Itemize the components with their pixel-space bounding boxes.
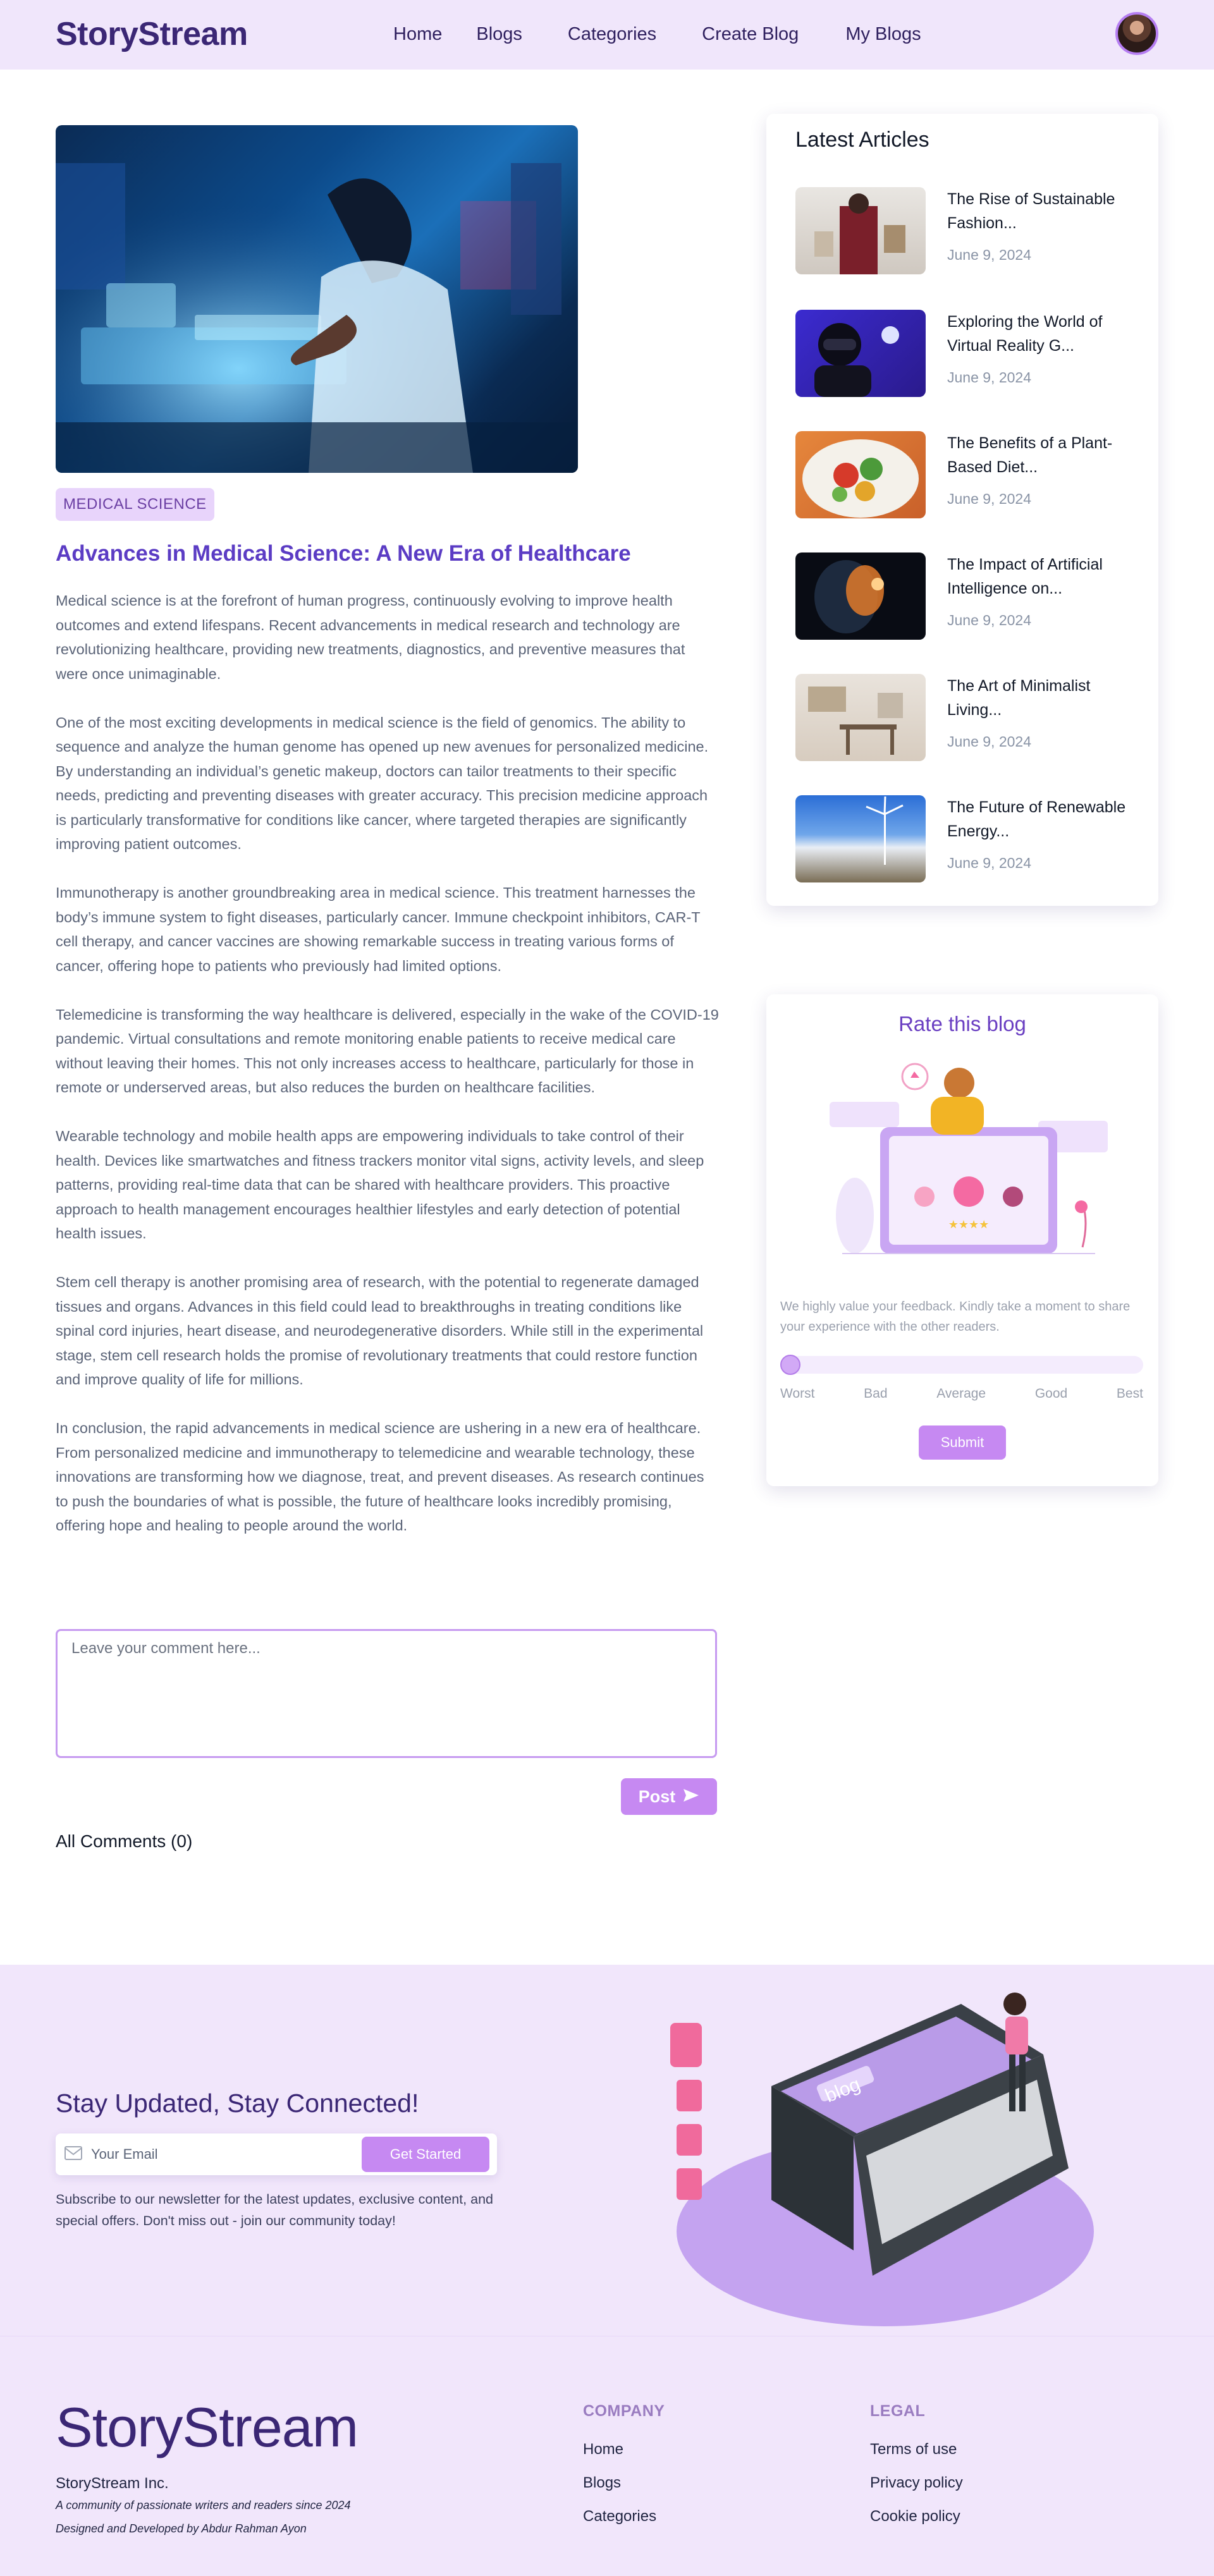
rating-label-bad: Bad — [864, 1386, 888, 1401]
footer-company-column: COMPANY Home Blogs Categories — [583, 2402, 665, 2541]
footer-link-categories[interactable]: Categories — [583, 2508, 665, 2525]
latest-article-item[interactable]: The Future of Renewable Energy... June 9… — [795, 795, 1150, 884]
newsletter-email-input[interactable]: Your Email — [91, 2146, 158, 2163]
all-comments-heading: All Comments (0) — [56, 1831, 193, 1851]
latest-article-item[interactable]: The Benefits of a Plant-Based Diet... Ju… — [795, 431, 1150, 520]
post-comment-button[interactable]: Post — [621, 1778, 717, 1815]
rate-blog-card: Rate this blog ★★★★ We highly value your… — [766, 994, 1158, 1486]
latest-article-item[interactable]: Exploring the World of Virtual Reality G… — [795, 310, 1150, 398]
latest-article-item[interactable]: The Rise of Sustainable Fashion... June … — [795, 187, 1150, 276]
article-title-link[interactable]: Exploring the World of Virtual Reality G… — [947, 310, 1137, 358]
footer-credit: Designed and Developed by Abdur Rahman A… — [56, 2522, 307, 2535]
nav-link-my-blogs[interactable]: My Blogs — [845, 24, 921, 45]
rating-label-best: Best — [1116, 1386, 1143, 1401]
rate-blog-heading: Rate this blog — [898, 1012, 1026, 1035]
feedback-illustration: ★★★★ — [830, 1058, 1108, 1266]
rating-label-good: Good — [1034, 1386, 1068, 1401]
article-body: Medical science is at the forefront of h… — [56, 589, 720, 1562]
top-navbar: StoryStream Home Blogs Categories Create… — [0, 0, 1214, 70]
article-paragraph: In conclusion, the rapid advancements in… — [56, 1420, 704, 1534]
article-title-link[interactable]: The Future of Renewable Energy... — [947, 795, 1137, 843]
article-date: June 9, 2024 — [947, 855, 1032, 871]
rating-description: We highly value your feedback. Kindly ta… — [780, 1300, 1131, 1334]
brand-logo[interactable]: StoryStream — [56, 15, 248, 53]
category-tag[interactable]: MEDICAL SCIENCE — [56, 488, 214, 521]
nav-link-categories[interactable]: Categories — [568, 24, 656, 45]
comment-input[interactable]: Leave your comment here... — [56, 1629, 717, 1758]
newsletter-title: Stay Updated, Stay Connected! — [56, 2089, 419, 2118]
article-paragraph: Telemedicine is transforming the way hea… — [56, 1006, 719, 1096]
nav-link-create-blog[interactable]: Create Blog — [702, 24, 799, 45]
footer-legal-heading: LEGAL — [870, 2402, 926, 2420]
article-paragraph: One of the most exciting developments in… — [56, 714, 709, 853]
latest-article-item[interactable]: The Art of Minimalist Living... June 9, … — [795, 674, 1150, 762]
main-menu: Home Blogs Categories Create Blog My Blo… — [393, 24, 921, 45]
article-paragraph: Medical science is at the forefront of h… — [56, 592, 685, 682]
rating-labels: Worst Bad Average Good Best — [780, 1386, 1143, 1401]
get-started-button[interactable]: Get Started — [362, 2137, 489, 2172]
submit-rating-button[interactable]: Submit — [919, 1425, 1006, 1460]
svg-text:★★★★: ★★★★ — [948, 1218, 990, 1231]
article-hero-image — [56, 125, 578, 473]
rating-slider-track[interactable] — [780, 1356, 1143, 1374]
article-title-link[interactable]: The Art of Minimalist Living... — [947, 674, 1137, 722]
post-button-label: Post — [638, 1786, 676, 1806]
footer-brand[interactable]: StoryStream — [56, 2395, 359, 2460]
rating-label-average: Average — [936, 1386, 986, 1401]
footer-company-heading: COMPANY — [583, 2402, 665, 2420]
latest-articles-heading: Latest Articles — [795, 128, 929, 152]
article-paragraph: Wearable technology and mobile health ap… — [56, 1128, 704, 1242]
footer-link-blogs[interactable]: Blogs — [583, 2474, 665, 2492]
nav-link-blogs[interactable]: Blogs — [476, 24, 522, 45]
nav-link-home[interactable]: Home — [393, 24, 442, 45]
footer-legal-column: LEGAL Terms of use Privacy policy Cookie… — [870, 2402, 963, 2541]
rating-slider-handle[interactable] — [780, 1355, 800, 1375]
article-title-link[interactable]: The Impact of Artificial Intelligence on… — [947, 552, 1137, 601]
article-thumbnail — [795, 552, 926, 640]
user-avatar[interactable] — [1115, 12, 1158, 55]
article-date: June 9, 2024 — [947, 491, 1032, 507]
mail-icon — [64, 2146, 82, 2160]
footer-link-terms[interactable]: Terms of use — [870, 2441, 963, 2458]
footer-company-name: StoryStream Inc. — [56, 2475, 169, 2492]
article-title: Advances in Medical Science: A New Era o… — [56, 541, 631, 566]
article-paragraph: Immunotherapy is another groundbreaking … — [56, 884, 701, 974]
article-thumbnail — [795, 310, 926, 397]
article-date: June 9, 2024 — [947, 247, 1032, 263]
newsletter-subtitle: Subscribe to our newsletter for the late… — [56, 2192, 493, 2228]
article-thumbnail — [795, 187, 926, 274]
article-thumbnail — [795, 431, 926, 518]
article-title-link[interactable]: The Rise of Sustainable Fashion... — [947, 187, 1137, 235]
latest-article-item[interactable]: The Impact of Artificial Intelligence on… — [795, 552, 1150, 641]
latest-articles-card: Latest Articles The Rise of Sustainable … — [766, 114, 1158, 906]
rating-label-worst: Worst — [780, 1386, 815, 1401]
article-date: June 9, 2024 — [947, 612, 1032, 628]
footer-link-privacy[interactable]: Privacy policy — [870, 2474, 963, 2492]
article-date: June 9, 2024 — [947, 733, 1032, 750]
article-date: June 9, 2024 — [947, 369, 1032, 386]
article-paragraph: Stem cell therapy is another promising a… — [56, 1274, 704, 1388]
newsletter-form: Your Email Get Started — [56, 2133, 497, 2175]
article-thumbnail — [795, 795, 926, 882]
article-title-link[interactable]: The Benefits of a Plant-Based Diet... — [947, 431, 1137, 479]
laptop-blog-illustration: blog — [664, 1979, 1107, 2333]
send-icon — [683, 1787, 699, 1807]
article-thumbnail — [795, 674, 926, 761]
footer-link-home[interactable]: Home — [583, 2441, 665, 2458]
footer-tagline: A community of passionate writers and re… — [56, 2499, 351, 2512]
footer-link-cookie[interactable]: Cookie policy — [870, 2508, 963, 2525]
